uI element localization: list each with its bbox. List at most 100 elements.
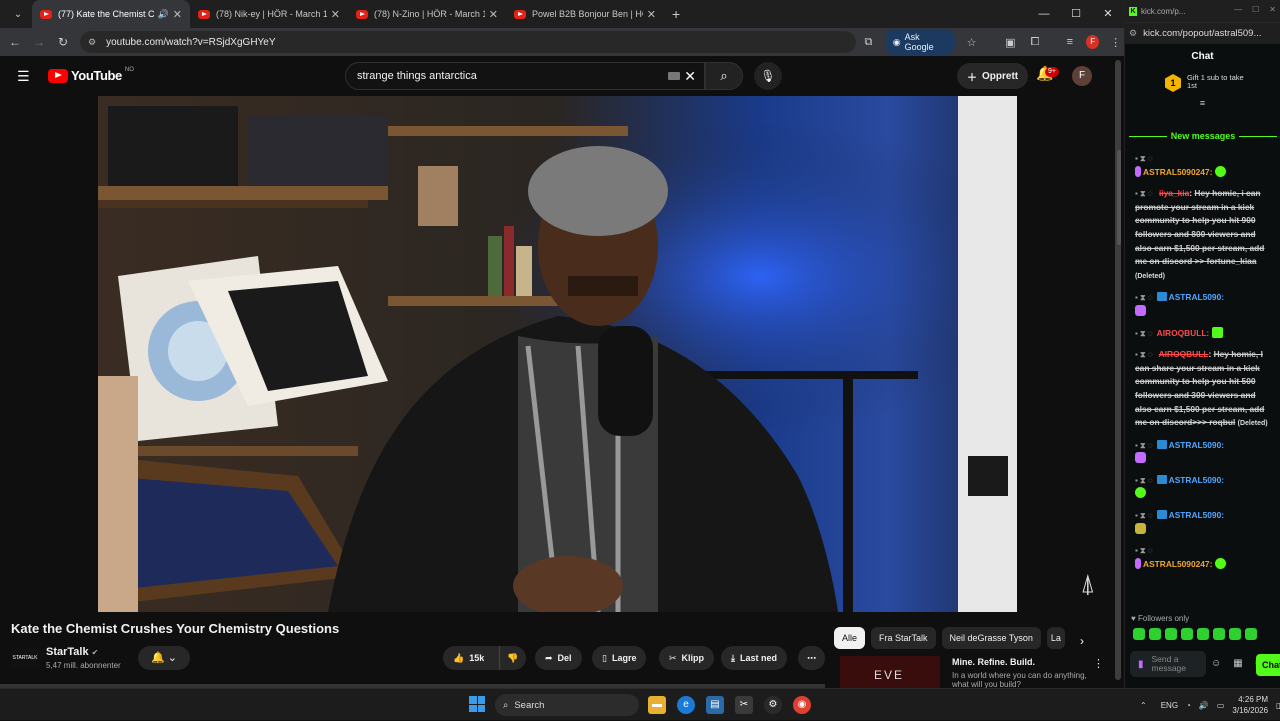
chat-username[interactable]: ASTRAL5090247: — [1143, 167, 1212, 177]
chat-message[interactable]: ▪ ⧗ ◌ ASTRAL5090247: — [1135, 544, 1269, 571]
moderation-icons[interactable]: ▪ ⧗ ◌ — [1135, 441, 1153, 450]
tab-4[interactable]: Powel B2B Bonjour Ben | HÖR ✕ — [506, 0, 664, 28]
chat-message[interactable]: ▪ ⧗ ◌ iiya_kia: Hey homie, i can promote… — [1135, 187, 1269, 283]
emote-picker-icon[interactable]: ☺ — [1211, 658, 1221, 669]
tab-close-icon[interactable]: ✕ — [489, 8, 498, 21]
store-icon[interactable]: ▤ — [706, 696, 724, 714]
moderation-icons[interactable]: ▪ ⧗ ◌ — [1135, 154, 1153, 163]
profile-avatar[interactable]: F — [1086, 35, 1100, 49]
emote-icon[interactable] — [1165, 628, 1177, 640]
volume-icon[interactable]: 🔊 — [1199, 701, 1209, 710]
emote-icon[interactable] — [1149, 628, 1161, 640]
clock[interactable]: 4:26 PM 3/16/2026 — [1232, 694, 1268, 716]
back-icon[interactable]: ← — [3, 35, 27, 49]
address-bar[interactable]: ⚙ youtube.com/watch?v=RSjdXgGHYeY — [80, 31, 856, 53]
more-actions-button[interactable]: ⋯ — [798, 646, 825, 670]
chip-neil[interactable]: Neil deGrasse Tyson — [941, 627, 1041, 649]
tray-overflow-icon[interactable]: ⌃ — [1140, 701, 1147, 710]
tab-1[interactable]: (77) Kate the Chemist Crushes 🔊 ✕ — [32, 0, 190, 28]
channel-watermark-icon[interactable]: ⍋ — [1080, 568, 1096, 600]
chevron-right-icon[interactable]: › — [1080, 634, 1084, 648]
chat-username[interactable]: ASTRAL5090: — [1169, 510, 1224, 520]
search-input[interactable]: strange things antarctica ✕ — [345, 62, 705, 90]
clip-button[interactable]: ✂ Klipp — [659, 646, 715, 670]
moderation-icons[interactable]: ▪ ⧗ ◌ — [1135, 293, 1153, 302]
taskbar-search[interactable]: ⌕ Search — [495, 694, 639, 716]
forward-icon[interactable]: → — [27, 35, 51, 49]
chat-username[interactable]: ASTRAL5090: — [1169, 292, 1224, 302]
site-info-icon[interactable]: ⚙ — [88, 37, 96, 48]
extension-icon[interactable]: ▣ — [1002, 36, 1019, 49]
clear-search-icon[interactable]: ✕ — [684, 68, 696, 85]
download-button[interactable]: ⤓ Last ned — [721, 646, 787, 670]
voice-search-button[interactable]: 🎙 — [754, 62, 782, 90]
tab-3[interactable]: (78) N-Zino | HÖR - March 16 / ✕ — [348, 0, 506, 28]
search-button[interactable]: ⌕ — [705, 62, 743, 90]
moderation-icons[interactable]: ▪ ⧗ ◌ — [1135, 511, 1153, 520]
battery-icon[interactable]: ▭ — [1217, 701, 1225, 710]
bookmark-star-icon[interactable]: ☆ — [963, 36, 980, 49]
chat-message[interactable]: ▪ ⧗ ◌ AIROQBULL: — [1135, 326, 1269, 341]
ask-google-button[interactable]: ◉ Ask Google — [884, 29, 956, 55]
snipping-tool-icon[interactable]: ✂ — [735, 696, 753, 714]
minimize-icon[interactable]: — — [1234, 5, 1242, 14]
moderation-icons[interactable]: ▪ ⧗ ◌ — [1135, 189, 1153, 198]
channel-name[interactable]: StarTalk ✔ — [46, 646, 98, 658]
puzzle-extensions-icon[interactable]: ⧠ — [1027, 36, 1044, 49]
recommended-more-icon[interactable]: ⋮ — [1093, 657, 1104, 670]
gift-leaderboard[interactable]: 1 Gift 1 sub to take 1st — [1125, 74, 1280, 92]
chat-username[interactable]: ASTRAL5090: — [1169, 440, 1224, 450]
chat-message-input[interactable]: ▮ Send a message — [1130, 651, 1206, 677]
reload-icon[interactable]: ↻ — [51, 35, 75, 49]
chip-from-channel[interactable]: Fra StarTalk — [871, 627, 936, 649]
video-player[interactable] — [98, 96, 1017, 612]
chat-username[interactable]: AIROQBULL — [1159, 349, 1209, 359]
chip-partial[interactable]: La — [1046, 627, 1065, 649]
like-button[interactable]: 👍 15k — [443, 646, 499, 670]
channel-avatar[interactable]: STARTALK — [11, 648, 39, 668]
recommended-title[interactable]: Mine. Refine. Build. — [952, 657, 1035, 667]
notification-center-icon[interactable]: ◨ — [1276, 701, 1280, 710]
share-button[interactable]: ➦ Del — [535, 646, 582, 670]
chat-message[interactable]: ▪ ⧗ ◌ ASTRAL5090: — [1135, 291, 1269, 318]
chat-message[interactable]: ▪ ⧗ ◌ ASTRAL5090: — [1135, 509, 1269, 536]
emote-icon[interactable] — [1229, 628, 1241, 640]
chat-username[interactable]: AIROQBULL: — [1157, 328, 1210, 338]
chat-message[interactable]: ▪ ⧗ ◌ ASTRAL5090247: — [1135, 152, 1269, 179]
tab-close-icon[interactable]: ✕ — [173, 8, 182, 21]
youtube-logo[interactable]: YouTube NO — [48, 67, 134, 83]
subscription-bell-button[interactable]: 🔔 ⌄ — [138, 646, 190, 670]
install-app-icon[interactable]: ⧉ — [860, 36, 877, 49]
moderation-icons[interactable]: ▪ ⧗ ◌ — [1135, 546, 1153, 555]
tab-close-icon[interactable]: ✕ — [331, 8, 340, 21]
chat-username[interactable]: iiya_kia — [1159, 188, 1189, 198]
chat-scrollbar[interactable] — [1117, 150, 1121, 245]
site-info-icon[interactable]: ⚙ — [1129, 28, 1137, 39]
emote-icon[interactable] — [1133, 628, 1145, 640]
media-control-icon[interactable]: ≡ — [1061, 36, 1078, 48]
emote-icon[interactable] — [1181, 628, 1193, 640]
recommended-thumbnail[interactable]: EVE — [840, 656, 940, 688]
pinned-toggle-icon[interactable]: ≡ — [1125, 98, 1280, 108]
moderation-icons[interactable]: ▪ ⧗ ◌ — [1135, 350, 1153, 359]
new-messages-divider[interactable]: New messages — [1129, 131, 1278, 141]
language-indicator[interactable]: ENG — [1161, 701, 1178, 710]
chat-username[interactable]: ASTRAL5090247: — [1143, 559, 1212, 569]
file-explorer-icon[interactable]: ▬ — [648, 696, 666, 714]
emote-icon[interactable] — [1197, 628, 1209, 640]
tab-2[interactable]: (78) Nik-ey | HÖR - March 16 / ✕ — [190, 0, 348, 28]
close-icon[interactable]: ✕ — [1092, 0, 1124, 28]
emote-icon[interactable] — [1245, 628, 1257, 640]
chat-message[interactable]: ▪ ⧗ ◌ ASTRAL5090: — [1135, 439, 1269, 466]
browser-menu-icon[interactable]: ⋮ — [1107, 36, 1124, 49]
send-chat-button[interactable]: Chat — [1256, 654, 1280, 676]
close-icon[interactable]: ✕ — [1269, 5, 1276, 14]
chrome-icon[interactable]: ◉ — [793, 696, 811, 714]
minimize-icon[interactable]: — — [1028, 0, 1060, 28]
emote-menu-icon[interactable]: ▦ — [1233, 658, 1242, 669]
wifi-icon[interactable]: ◔ — [1186, 701, 1191, 710]
new-tab-button[interactable]: + — [672, 6, 680, 22]
chat-username[interactable]: ASTRAL5090: — [1169, 475, 1224, 485]
create-button[interactable]: ＋ Opprett — [957, 63, 1029, 89]
kick-address-bar[interactable]: ⚙ kick.com/popout/astral509... — [1125, 22, 1280, 44]
